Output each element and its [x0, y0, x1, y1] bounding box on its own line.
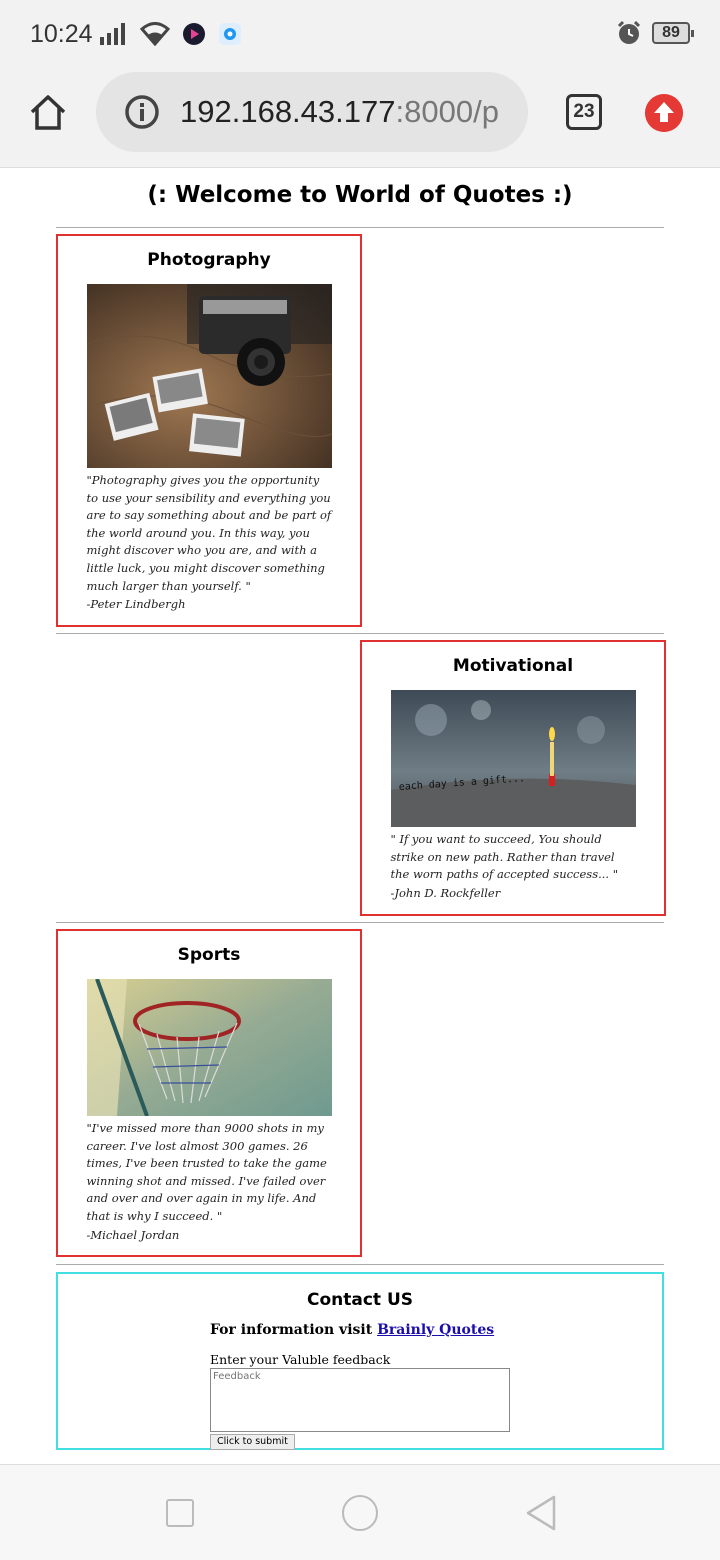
feedback-textarea[interactable]	[210, 1368, 510, 1432]
browser-toolbar: 192.168.43.177:8000/p 23	[0, 72, 720, 168]
address-bar[interactable]: 192.168.43.177:8000/p	[96, 72, 528, 152]
contact-title: Contact US	[306, 1290, 414, 1310]
motivational-image: each day is a gift...	[390, 690, 636, 827]
submit-button[interactable]: Click to submit	[210, 1434, 295, 1450]
card-title: Sports	[177, 945, 241, 965]
signal-icon	[100, 23, 125, 45]
card-title: Motivational	[452, 656, 574, 676]
quote-card-motivational: Motivational each day is a gift... " If …	[360, 640, 666, 916]
divider	[56, 227, 664, 228]
quote-text: " If you want to succeed, You should str…	[390, 832, 619, 882]
back-icon[interactable]	[524, 1495, 558, 1531]
url-text: 192.168.43.177:8000/p	[180, 94, 499, 130]
info-line: For information visit Brainly Quotes	[210, 1322, 494, 1338]
recents-button[interactable]	[166, 1499, 194, 1527]
url-host: 192.168.43.177	[180, 94, 396, 129]
quote-text: "I've missed more than 9000 shots in my …	[86, 1121, 327, 1223]
divider	[56, 1264, 664, 1265]
status-right: 89	[616, 20, 694, 46]
divider	[56, 922, 664, 923]
brainly-quotes-link[interactable]: Brainly Quotes	[377, 1322, 494, 1338]
url-path: :8000/p	[395, 94, 499, 129]
card-title: Photography	[147, 250, 271, 270]
web-page: (: Welcome to World of Quotes :) Photogr…	[0, 168, 720, 1464]
quote-card-sports: Sports "I've missed more than 9000 shots…	[56, 929, 362, 1257]
quote-author: -John D. Rockfeller	[390, 885, 501, 900]
contact-section: Contact US For information visit Brainly…	[56, 1272, 664, 1450]
media-app-icon	[183, 23, 205, 45]
status-icons	[100, 22, 242, 46]
photography-image	[86, 284, 332, 468]
divider	[56, 633, 664, 634]
sports-image	[86, 979, 332, 1116]
info-prefix: For information visit	[210, 1322, 373, 1338]
quote-card-photography: Photography "Photography gives you the o…	[56, 234, 362, 627]
update-arrow-icon[interactable]	[645, 94, 683, 132]
status-bar: 10:24 89	[0, 0, 720, 72]
battery-indicator: 89	[652, 22, 694, 44]
home-button[interactable]	[342, 1495, 378, 1531]
android-nav-bar	[0, 1464, 720, 1560]
quote-text: "Photography gives you the opportunity t…	[86, 473, 332, 593]
quote-author: -Michael Jordan	[86, 1227, 180, 1242]
wifi-icon	[140, 22, 170, 46]
feedback-label: Enter your Valuble feedback	[210, 1352, 391, 1367]
alarm-icon	[617, 20, 641, 44]
status-time: 10:24	[30, 20, 93, 48]
page-title: (: Welcome to World of Quotes :)	[147, 182, 573, 208]
quote-author: -Peter Lindbergh	[86, 597, 186, 612]
tab-switcher-button[interactable]: 23	[566, 94, 602, 130]
info-icon[interactable]	[124, 94, 160, 130]
notification-app-icon	[219, 23, 241, 45]
home-icon[interactable]	[28, 92, 68, 132]
